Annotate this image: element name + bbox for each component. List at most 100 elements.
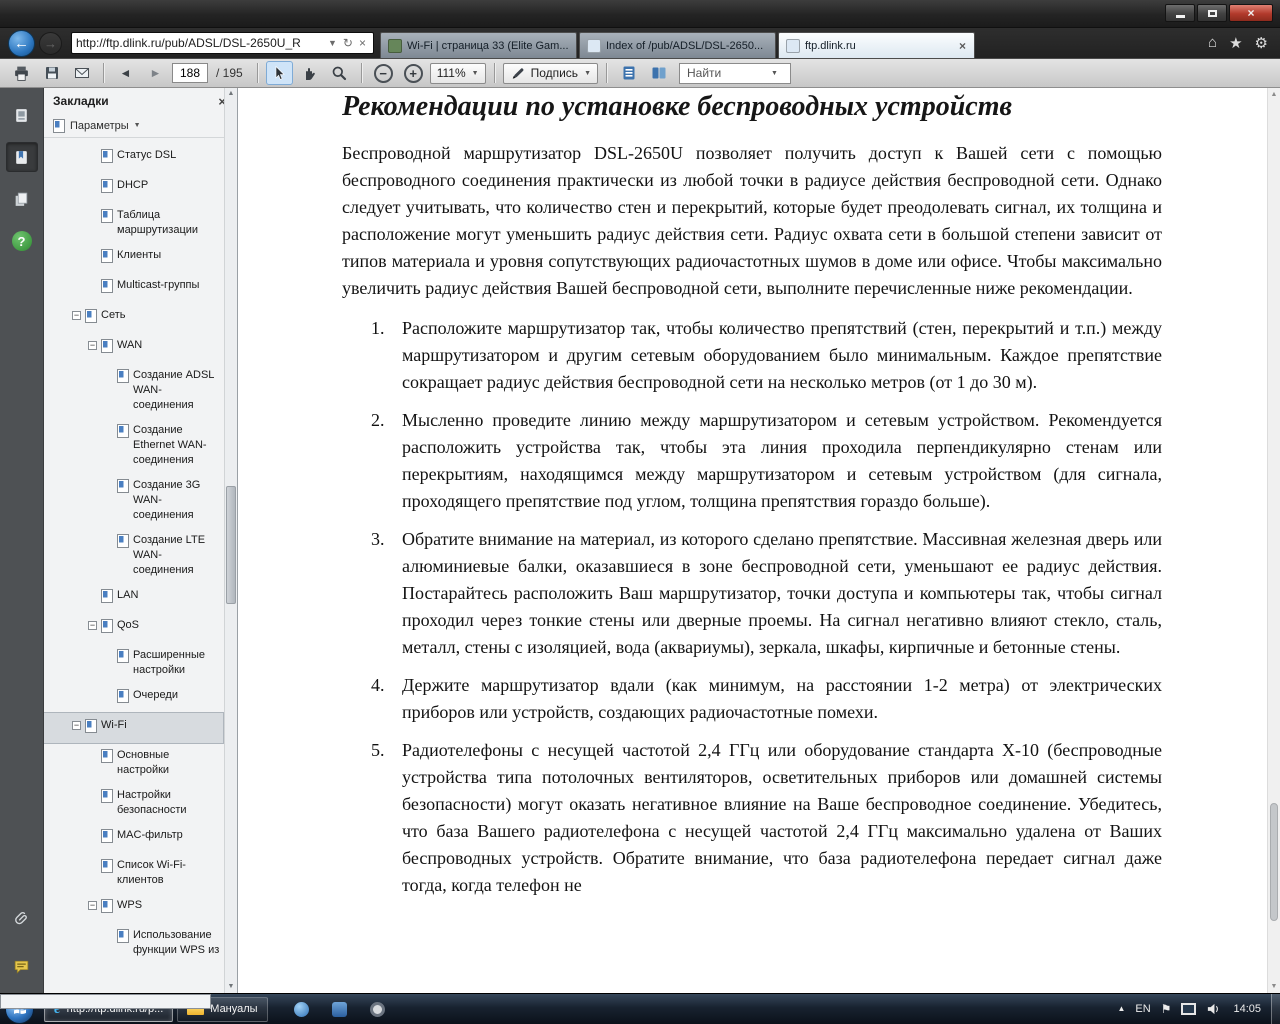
bookmark-page-icon [117,929,129,948]
forward-button[interactable]: → [39,32,62,55]
bookmark-label: Очереди [133,688,221,703]
previous-page-button[interactable]: ◄ [112,61,139,85]
bookmark-item[interactable]: − Использование функции WPS из [44,923,223,963]
browser-tab[interactable]: ftp.dlink.ru × [778,32,975,58]
collapse-toggle-icon[interactable]: − [72,311,81,320]
stop-icon[interactable]: × [356,36,369,50]
select-tool-button[interactable] [266,61,293,85]
thumbnails-icon [13,107,30,124]
hand-tool-button[interactable] [296,61,323,85]
bookmark-item[interactable]: − MAC-фильтр [44,823,223,853]
list-item-number: 1. [371,315,402,396]
bookmark-item[interactable]: − Wi-Fi [44,713,223,743]
next-page-button[interactable]: ► [142,61,169,85]
bookmark-item[interactable]: − Основные настройки [44,743,223,783]
bookmark-item[interactable]: − Создание Ethernet WAN-соединения [44,418,223,473]
zoom-in-button[interactable]: + [400,61,427,85]
tab-close-icon[interactable]: × [958,39,967,53]
bookmarks-options-row[interactable]: Параметры ▼ [44,114,237,138]
bookmark-item[interactable]: − Расширенные настройки [44,643,223,683]
collapse-toggle-icon[interactable]: − [72,721,81,730]
scroll-down-icon[interactable]: ▼ [225,981,237,993]
single-page-view-button[interactable] [615,61,642,85]
scroll-up-icon[interactable]: ▲ [1268,88,1280,101]
sign-dropdown[interactable]: Подпись ▼ [503,63,598,84]
scroll-up-icon[interactable]: ▲ [225,88,237,100]
action-center-flag-icon[interactable]: ⚑ [1161,1003,1172,1015]
bookmarks-panel-button[interactable] [6,142,38,172]
bookmark-item[interactable]: − Создание LTE WAN-соединения [44,528,223,583]
collapse-toggle-icon[interactable]: − [88,621,97,630]
zoom-level-dropdown[interactable]: 111% ▼ [430,63,486,84]
address-bar[interactable]: http://ftp.dlink.ru/pub/ADSL/DSL-2650U_R… [71,32,374,54]
browser-tab[interactable]: Index of /pub/ADSL/DSL-2650... × [579,32,776,58]
bookmark-item[interactable]: − Создание ADSL WAN-соединения [44,363,223,418]
bookmark-item[interactable]: − QoS [44,613,223,643]
bookmark-item[interactable]: − Сеть [44,303,223,333]
zoom-out-button[interactable]: − [370,61,397,85]
page-thumbnails-button[interactable] [6,100,38,130]
app-square-icon[interactable] [332,1002,347,1017]
document-scrollbar[interactable]: ▲ ▼ [1267,88,1280,993]
find-box[interactable]: ▼ [679,63,791,84]
bookmark-label: LAN [117,588,221,603]
favorites-icon[interactable]: ★ [1229,34,1242,52]
scrollbar-thumb[interactable] [1270,803,1278,921]
minimize-button[interactable] [1165,4,1195,22]
maximize-button[interactable] [1197,4,1227,22]
app-ring-icon[interactable] [370,1002,385,1017]
find-input[interactable] [685,65,771,81]
bookmark-item[interactable]: − Клиенты [44,243,223,273]
bookmark-item[interactable]: − Таблица маршрутизации [44,203,223,243]
bookmark-item[interactable]: − Создание 3G WAN-соединения [44,473,223,528]
collapse-toggle-icon[interactable]: − [88,901,97,910]
bookmark-item[interactable]: − Список Wi-Fi-клиентов [44,853,223,893]
bookmark-item[interactable]: − Multicast-группы [44,273,223,303]
attachments-panel-button[interactable] [6,903,38,933]
close-button[interactable]: × [1229,4,1273,22]
bookmark-item[interactable]: − Статус DSL [44,143,223,173]
network-icon[interactable] [1181,1003,1196,1015]
taskbar-clock[interactable]: 14:05 [1233,1003,1261,1015]
browser-tab[interactable]: Wi-Fi | страница 33 (Elite Gam... × [380,32,577,58]
tools-gear-icon[interactable]: ⚙ [1255,34,1268,52]
bookmark-item[interactable]: − WPS [44,893,223,923]
page-number-input[interactable] [172,63,208,83]
layers-panel-button[interactable] [6,184,38,214]
language-indicator[interactable]: EN [1135,1003,1150,1015]
hidden-icons-chevron[interactable]: ▲ [1118,1005,1126,1013]
email-button[interactable] [68,61,95,85]
bookmark-item[interactable]: − WAN [44,333,223,363]
print-button[interactable] [8,61,35,85]
toolbar-separator [257,63,258,83]
bookmark-item[interactable]: − LAN [44,583,223,613]
bookmark-item[interactable]: − DHCP [44,173,223,203]
pdf-nav-strip: ? [0,88,44,993]
scroll-down-icon[interactable]: ▼ [1268,980,1280,993]
home-icon[interactable]: ⌂ [1208,34,1217,52]
scrollbar-thumb[interactable] [226,486,236,604]
show-desktop-button[interactable] [1271,994,1280,1024]
marquee-zoom-button[interactable] [326,61,353,85]
help-button[interactable]: ? [6,226,38,256]
address-dropdown-icon[interactable]: ▼ [325,38,340,48]
bookmark-page-icon [101,619,113,638]
refresh-icon[interactable]: ↻ [340,36,356,50]
comments-panel-button[interactable] [6,951,38,981]
bookmark-label: Таблица маршрутизации [117,208,221,238]
address-url[interactable]: http://ftp.dlink.ru/pub/ADSL/DSL-2650U_R [76,36,325,50]
save-icon [44,65,60,81]
volume-icon[interactable] [1206,1002,1221,1016]
list-item: 1. Расположите маршрутизатор так, чтобы … [371,315,1162,396]
bookmark-label: QoS [117,618,221,633]
save-button[interactable] [38,61,65,85]
bookmark-item[interactable]: − Настройки безопасности [44,783,223,823]
back-button[interactable]: ← [8,30,35,57]
app-document-icon[interactable] [0,994,211,1009]
collapse-toggle-icon[interactable]: − [88,341,97,350]
bookmark-item[interactable]: − Очереди [44,683,223,713]
app-round-icon[interactable] [294,1002,309,1017]
two-page-view-button[interactable] [645,61,672,85]
bookmark-page-icon [117,369,129,388]
bookmarks-scrollbar[interactable]: ▲ ▼ [224,88,237,993]
